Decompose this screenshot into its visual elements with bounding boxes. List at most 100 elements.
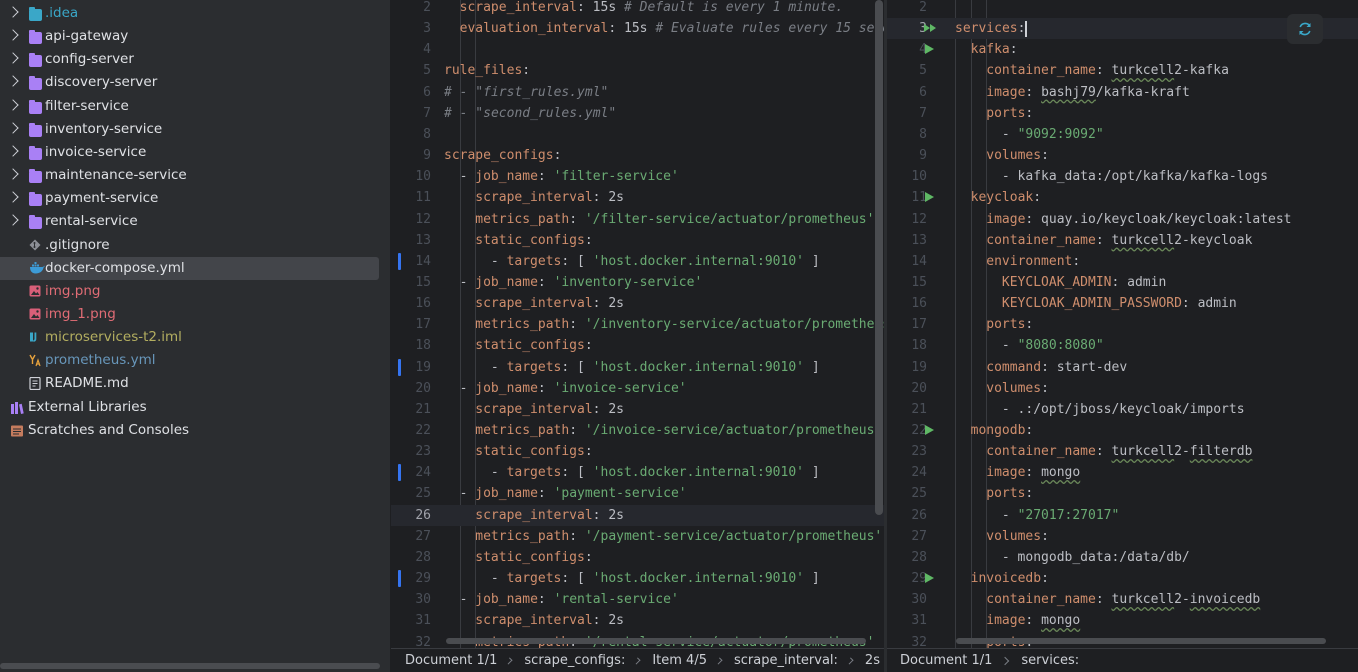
code-line[interactable]: 14 environment: (887, 251, 1358, 272)
tree-item-img-1-png[interactable]: img_1.png (0, 303, 390, 326)
code-line[interactable]: 6 # - "first_rules.yml" (391, 82, 884, 103)
tree-item-config-server[interactable]: config-server (0, 48, 390, 71)
code-line[interactable]: 10 - job_name: 'filter-service' (391, 166, 884, 187)
chevron-right-icon[interactable] (7, 214, 19, 227)
code-line[interactable]: 8 - "9092:9092" (887, 124, 1358, 145)
code-line[interactable]: 31 scrape_interval: 2s (391, 610, 884, 631)
sync-button[interactable] (1287, 14, 1323, 44)
code-line[interactable]: 12 image: quay.io/keycloak/keycloak:lates… (887, 209, 1358, 230)
sidebar-horizontal-scrollbar[interactable] (0, 663, 380, 669)
code-line[interactable]: 25 ports: (887, 483, 1358, 504)
chevron-right-icon[interactable] (7, 52, 19, 64)
code-line[interactable]: 2 scrape_interval: 15s # Default is every… (391, 0, 884, 18)
code-line[interactable]: 14 - targets: [ 'host.docker.internal:901… (391, 251, 884, 272)
code-line[interactable]: 19 command: start-dev (887, 357, 1358, 378)
tree-item-scratches-and-consoles[interactable]: Scratches and Consoles (0, 419, 390, 442)
code-line[interactable]: 17 ports: (887, 314, 1358, 335)
code-line[interactable]: 25 - job_name: 'payment-service' (391, 483, 884, 504)
code-line[interactable]: 8 (391, 124, 884, 145)
tree-item-rental-service[interactable]: rental-service (0, 210, 390, 233)
tree-item-maintenance-service[interactable]: maintenance-service (0, 164, 390, 187)
code-line[interactable]: 13 static_configs: (391, 230, 884, 251)
code-line[interactable]: 29 - targets: [ 'host.docker.internal:901… (391, 568, 884, 589)
code-line[interactable]: 28 static_configs: (391, 547, 884, 568)
code-line[interactable]: 22 mongodb: (887, 420, 1358, 441)
breadcrumb-item[interactable]: services: (1017, 653, 1083, 668)
code-line[interactable]: 17 metrics_path: '/inventory-service/actu… (391, 314, 884, 335)
run-icon[interactable] (925, 425, 934, 435)
code-line[interactable]: 23 container_name: turkcell2-filterdb (887, 441, 1358, 462)
editor-docker-compose-yml[interactable]: 2 3 services: 4 kafka: 5 container_name: turkc… (887, 0, 1358, 648)
code-line[interactable]: 11 keycloak: (887, 187, 1358, 208)
code-line[interactable]: 4 (391, 39, 884, 60)
code-line[interactable]: 11 scrape_interval: 2s (391, 187, 884, 208)
code-line[interactable]: 24 - targets: [ 'host.docker.internal:901… (391, 462, 884, 483)
tree-item-api-gateway[interactable]: api-gateway (0, 25, 390, 48)
code-line[interactable]: 20 - job_name: 'invoice-service' (391, 378, 884, 399)
chevron-right-icon[interactable] (7, 98, 19, 111)
breadcrumb-item[interactable]: scrape_configs: (520, 653, 629, 668)
tree-item-external-libraries[interactable]: External Libraries (0, 396, 390, 419)
code-line[interactable]: 12 metrics_path: '/filter-service/actuato… (391, 209, 884, 230)
code-line[interactable]: 26 scrape_interval: 2s (391, 504, 884, 526)
breadcrumb-item[interactable]: scrape_interval: (730, 653, 842, 668)
tree-item-discovery-server[interactable]: discovery-server (0, 71, 390, 94)
code-line[interactable]: 18 static_configs: (391, 335, 884, 356)
code-line[interactable]: 13 container_name: turkcell2-keycloak (887, 230, 1358, 251)
code-line[interactable]: 4 kafka: (887, 39, 1358, 60)
left-editor-horizontal-scrollbar[interactable] (446, 638, 866, 644)
code-line[interactable]: 15 KEYCLOAK_ADMIN: admin (887, 272, 1358, 293)
chevron-right-icon[interactable] (7, 29, 19, 41)
run-icon[interactable] (925, 192, 934, 203)
code-line[interactable]: 23 static_configs: (391, 441, 884, 462)
code-line[interactable]: 22 metrics_path: '/invoice-service/actuat… (391, 420, 884, 441)
code-line[interactable]: 16 scrape_interval: 2s (391, 293, 884, 314)
code-line[interactable]: 6 image: bashj79/kafka-kraft (887, 82, 1358, 103)
chevron-right-icon[interactable] (7, 75, 19, 88)
code-line[interactable]: 21 - .:/opt/jboss/keycloak/imports (887, 399, 1358, 420)
breadcrumb-item[interactable]: 2s (861, 653, 884, 668)
tree-item-inventory-service[interactable]: inventory-service (0, 118, 390, 141)
tree-item-docker-compose-yml[interactable]: docker-compose.yml (0, 256, 379, 280)
code-line[interactable]: 19 - targets: [ 'host.docker.internal:901… (391, 357, 884, 378)
breadcrumb-item[interactable]: Document 1/1 (896, 653, 996, 668)
code-line[interactable]: 27 metrics_path: '/payment-service/actuat… (391, 526, 884, 547)
tree-item-filter-service[interactable]: filter-service (0, 95, 390, 118)
code-line[interactable]: 5 rule_files: (391, 60, 884, 81)
tree-item-img-png[interactable]: img.png (0, 280, 390, 303)
code-line[interactable]: 3 evaluation_interval: 15s # Evaluate rul… (391, 18, 884, 39)
code-line[interactable]: 18 - "8080:8080" (887, 335, 1358, 356)
tree-item-gitignore[interactable]: .gitignore (0, 234, 390, 257)
tree-item-invoice-service[interactable]: invoice-service (0, 141, 390, 164)
chevron-right-icon[interactable] (7, 168, 19, 180)
code-line[interactable]: 20 volumes: (887, 378, 1358, 399)
code-line[interactable]: 9 scrape_configs: (391, 145, 884, 166)
code-line[interactable]: 21 scrape_interval: 2s (391, 399, 884, 420)
breadcrumb-item[interactable]: Item 4/5 (648, 653, 711, 668)
code-line[interactable]: 27 volumes: (887, 526, 1358, 547)
code-line[interactable]: 7 ports: (887, 103, 1358, 124)
chevron-right-icon[interactable] (7, 191, 19, 203)
code-line[interactable]: 7 # - "second_rules.yml" (391, 103, 884, 124)
run-icon[interactable] (925, 573, 934, 584)
editor-prometheus-yml[interactable]: 2 scrape_interval: 15s # Default is every… (391, 0, 884, 648)
chevron-right-icon[interactable] (7, 6, 19, 18)
left-editor-vertical-scrollbar[interactable] (875, 0, 883, 515)
tree-item-idea[interactable]: .idea (0, 2, 390, 25)
code-line[interactable]: 30 container_name: turkcell2-invoicedb (887, 589, 1358, 610)
code-line[interactable]: 24 image: mongo (887, 462, 1358, 483)
chevron-right-icon[interactable] (7, 145, 19, 157)
tree-item-microservices-t2-iml[interactable]: microservices-t2.iml (0, 326, 390, 349)
tree-item-readme-md[interactable]: README.md (0, 372, 390, 395)
tree-item-prometheus-yml[interactable]: prometheus.yml (0, 349, 390, 372)
code-line[interactable]: 15 - job_name: 'inventory-service' (391, 272, 884, 293)
code-line[interactable]: 29 invoicedb: (887, 568, 1358, 589)
chevron-right-icon[interactable] (7, 122, 19, 134)
code-line[interactable]: 26 - "27017:27017" (887, 505, 1358, 526)
run-icon[interactable] (925, 44, 934, 55)
code-line[interactable]: 16 KEYCLOAK_ADMIN_PASSWORD: admin (887, 293, 1358, 314)
right-editor-horizontal-scrollbar[interactable] (956, 638, 1326, 644)
code-line[interactable]: 5 container_name: turkcell2-kafka (887, 60, 1358, 81)
code-line[interactable]: 30 - job_name: 'rental-service' (391, 589, 884, 610)
breadcrumb-item[interactable]: Document 1/1 (401, 653, 501, 668)
